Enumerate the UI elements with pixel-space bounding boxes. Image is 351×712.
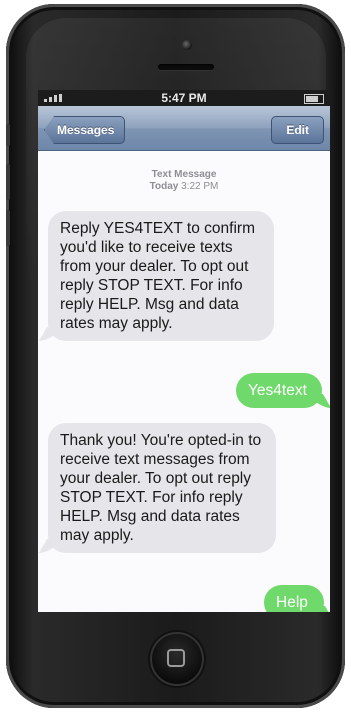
messages-back-button[interactable]: Messages [44,116,126,144]
thread-header: Text Message Today 3:22 PM [38,169,330,193]
incoming-message: Thank you! You're opted-in to receive te… [48,423,276,553]
status-time: 5:47 PM [161,91,207,105]
outgoing-message: Help [264,585,324,612]
battery-icon [304,94,324,104]
front-camera [182,40,192,50]
home-button[interactable] [150,632,204,686]
earpiece-speaker [158,64,214,70]
status-bar: 5:47 PM [38,90,330,106]
mute-switch [6,124,10,146]
signal-icon [44,94,62,102]
home-square-icon [167,649,185,667]
volume-up-button [6,164,10,200]
conversation-view[interactable]: Text Message Today 3:22 PM Reply YES4TEX… [38,151,330,612]
thread-type-label: Text Message [151,169,217,180]
thread-timestamp: Today 3:22 PM [149,181,219,192]
message-text: Yes4text [248,382,307,399]
nav-bar: Messages Edit [38,106,330,151]
incoming-message: Reply YES4TEXT to confirm you'd like to … [48,211,274,341]
outgoing-message: Yes4text [236,373,322,408]
message-text: Reply YES4TEXT to confirm you'd like to … [60,220,255,332]
phone-screen: 5:47 PM Messages Edit Text Message Today… [38,90,330,612]
message-text: Thank you! You're opted-in to receive te… [60,432,262,544]
edit-button[interactable]: Edit [271,116,324,144]
volume-down-button [6,210,10,246]
message-text: Help [276,594,308,611]
